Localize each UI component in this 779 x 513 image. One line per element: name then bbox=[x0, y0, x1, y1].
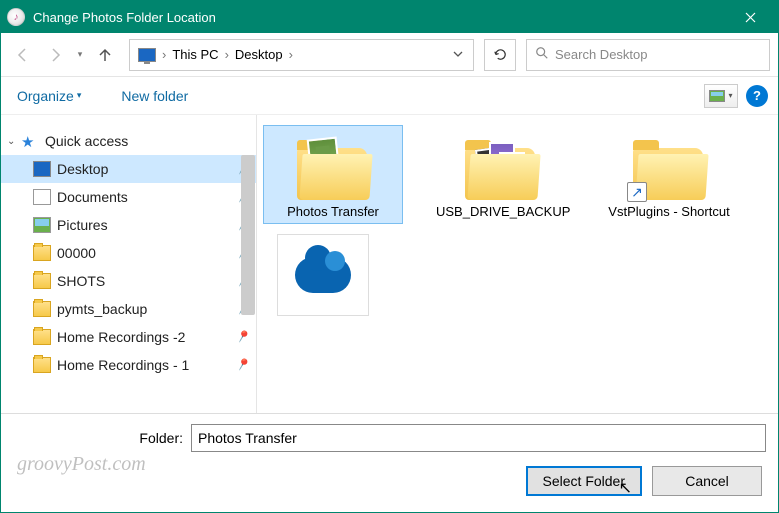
chevron-down-icon: ⌄ bbox=[7, 136, 21, 147]
app-icon: ♪ bbox=[7, 8, 25, 26]
file-item-label: USB_DRIVE_BACKUP bbox=[436, 204, 566, 219]
arrow-up-icon bbox=[97, 47, 113, 63]
tree-item-label: SHOTS bbox=[57, 273, 105, 289]
pin-icon: 📍 bbox=[233, 215, 253, 235]
tree-item[interactable]: Documents 📍 bbox=[1, 183, 256, 211]
fld-icon bbox=[33, 329, 51, 345]
close-icon bbox=[745, 12, 756, 23]
pin-icon: 📍 bbox=[233, 299, 253, 319]
arrow-left-icon bbox=[15, 47, 31, 63]
tree-item[interactable]: 00000 📍 bbox=[1, 239, 256, 267]
fld-icon bbox=[33, 301, 51, 317]
titlebar: ♪ Change Photos Folder Location bbox=[1, 1, 778, 33]
monitor-icon bbox=[138, 48, 156, 62]
pin-icon: 📍 bbox=[233, 187, 253, 207]
help-button[interactable]: ? bbox=[746, 85, 768, 107]
tree-item-label: Desktop bbox=[57, 161, 108, 177]
pin-icon: 📍 bbox=[233, 327, 253, 347]
monitor-icon bbox=[33, 161, 51, 177]
tree-item[interactable]: Desktop 📍 bbox=[1, 155, 256, 183]
breadcrumb-leaf[interactable]: Desktop bbox=[231, 47, 287, 62]
star-icon: ★ bbox=[21, 133, 39, 149]
new-folder-button[interactable]: New folder bbox=[115, 84, 194, 108]
search-placeholder: Search Desktop bbox=[555, 47, 648, 62]
search-icon bbox=[535, 46, 549, 63]
file-grid[interactable]: Photos Transfer USB_DRIVE_BACKUP ↗ VstPlugi… bbox=[257, 115, 778, 413]
tree-label: Quick access bbox=[45, 133, 128, 149]
nav-row: ▾ › This PC › Desktop › Search Desktop bbox=[1, 33, 778, 77]
dialog-window: ♪ Change Photos Folder Location ▾ › This… bbox=[0, 0, 779, 513]
address-bar[interactable]: › This PC › Desktop › bbox=[129, 39, 474, 71]
chevron-down-icon: ▾ bbox=[77, 90, 82, 101]
pin-icon: 📍 bbox=[233, 243, 253, 263]
body: ⌄ ★ Quick access Desktop📍Documents📍Pictu… bbox=[1, 115, 778, 413]
back-button[interactable] bbox=[9, 41, 37, 69]
search-input[interactable]: Search Desktop bbox=[526, 39, 770, 71]
nav-tree[interactable]: ⌄ ★ Quick access Desktop📍Documents📍Pictu… bbox=[1, 115, 257, 413]
chevron-right-icon: › bbox=[223, 47, 231, 62]
tree-item-label: 00000 bbox=[57, 245, 96, 261]
arrow-right-icon bbox=[47, 47, 63, 63]
pic-icon bbox=[33, 217, 51, 233]
cloud-icon bbox=[295, 257, 351, 293]
shortcut-icon: ↗ bbox=[627, 182, 647, 202]
file-item[interactable]: USB_DRIVE_BACKUP bbox=[431, 125, 571, 224]
breadcrumb-root[interactable]: This PC bbox=[168, 47, 222, 62]
file-item[interactable]: Photos Transfer bbox=[263, 125, 403, 224]
toolbar: Organize▾ New folder ▾ ? bbox=[1, 77, 778, 115]
refresh-icon bbox=[493, 47, 508, 62]
chevron-down-icon bbox=[453, 49, 463, 59]
folder-icon: ↗ bbox=[631, 136, 707, 200]
tree-item-label: Pictures bbox=[57, 217, 108, 233]
file-item[interactable]: ↗ VstPlugins - Shortcut bbox=[599, 125, 739, 224]
tree-item[interactable]: Pictures 📍 bbox=[1, 211, 256, 239]
fld-icon bbox=[33, 245, 51, 261]
file-item-label: Photos Transfer bbox=[268, 204, 398, 219]
pin-icon: 📍 bbox=[233, 355, 253, 375]
pictures-icon bbox=[709, 90, 725, 102]
tree-item-label: pymts_backup bbox=[57, 301, 147, 317]
chevron-right-icon: › bbox=[160, 47, 168, 62]
chevron-down-icon: ▾ bbox=[728, 91, 732, 100]
select-folder-button[interactable]: Select Folder bbox=[526, 466, 642, 496]
window-title: Change Photos Folder Location bbox=[33, 10, 728, 25]
view-options-button[interactable]: ▾ bbox=[704, 84, 738, 108]
folder-label: Folder: bbox=[13, 430, 183, 446]
fld-icon bbox=[33, 357, 51, 373]
folder-input[interactable] bbox=[191, 424, 766, 452]
address-dropdown[interactable] bbox=[447, 47, 469, 62]
pin-icon: 📍 bbox=[233, 271, 253, 291]
cancel-button[interactable]: Cancel bbox=[652, 466, 762, 496]
doc-icon bbox=[33, 189, 51, 205]
tree-item-label: Home Recordings -2 bbox=[57, 329, 185, 345]
fld-icon bbox=[33, 273, 51, 289]
up-button[interactable] bbox=[91, 41, 119, 69]
tree-item[interactable]: SHOTS 📍 bbox=[1, 267, 256, 295]
footer: Folder: Select Folder Cancel ↖ bbox=[1, 413, 778, 508]
folder-icon bbox=[295, 136, 371, 200]
tree-item-label: Documents bbox=[57, 189, 128, 205]
forward-button[interactable] bbox=[41, 41, 69, 69]
chevron-right-icon: › bbox=[287, 47, 295, 62]
help-icon: ? bbox=[753, 88, 761, 103]
refresh-button[interactable] bbox=[484, 39, 516, 71]
tree-item[interactable]: Home Recordings -2 📍 bbox=[1, 323, 256, 351]
pin-icon: 📍 bbox=[233, 159, 253, 179]
file-item-label: VstPlugins - Shortcut bbox=[604, 204, 734, 219]
file-item[interactable] bbox=[277, 234, 369, 316]
tree-item-label: Home Recordings - 1 bbox=[57, 357, 189, 373]
tree-item[interactable]: pymts_backup 📍 bbox=[1, 295, 256, 323]
tree-quick-access[interactable]: ⌄ ★ Quick access bbox=[1, 127, 256, 155]
folder-icon bbox=[463, 136, 539, 200]
history-dropdown[interactable]: ▾ bbox=[73, 41, 87, 69]
close-button[interactable] bbox=[728, 1, 772, 33]
organize-menu[interactable]: Organize▾ bbox=[11, 84, 87, 108]
tree-item[interactable]: Home Recordings - 1 📍 bbox=[1, 351, 256, 379]
